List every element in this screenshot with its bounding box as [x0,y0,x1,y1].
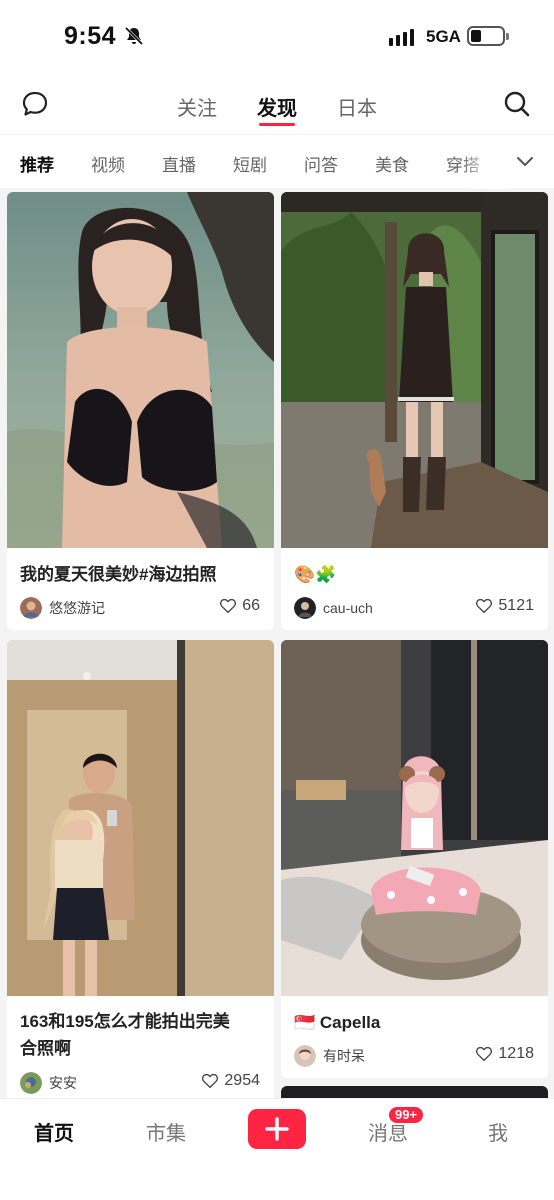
post-photo[interactable] [281,192,548,548]
author-name: 有时呆 [323,1048,365,1064]
top-header: 关注 发现 日本 [0,70,554,134]
nav-home[interactable]: 首页 [34,1117,74,1146]
heart-icon [476,598,493,614]
avatar [20,597,42,619]
post-title[interactable]: 163和195怎么才能拍出完美 合照啊 [20,1008,265,1062]
status-bar: 9:54 5GA [0,0,554,70]
like-count[interactable]: 2954 [201,1072,260,1090]
avatar [20,1072,42,1094]
category-short-drama[interactable]: 短剧 [233,151,267,176]
chevron-down-icon[interactable] [514,150,536,172]
author-name: 悠悠游记 [49,600,105,616]
post-photo[interactable] [281,640,548,996]
category-live[interactable]: 直播 [162,151,196,176]
feed-card[interactable]: 163和195怎么才能拍出完美 合照啊 安安 2954 [7,640,274,1110]
messages-badge: 99+ [387,1105,426,1125]
tab-discover[interactable]: 发现 [257,92,297,126]
author-name: cau-uch [323,600,373,616]
like-number: 5121 [498,597,534,614]
avatar [294,597,316,619]
tab-japan[interactable]: 日本 [337,92,377,126]
feed-card[interactable]: 我的夏天很美妙#海边拍照 悠悠游记 66 [7,192,274,630]
category-qa[interactable]: 问答 [304,151,338,176]
category-list: 推荐 视频 直播 短剧 问答 美食 穿搭 [20,151,500,176]
search-icon[interactable] [502,89,532,119]
nav-market[interactable]: 市集 [146,1117,186,1146]
signal-icon [389,29,414,46]
status-time: 9:54 [64,22,117,50]
author-name: 安安 [49,1075,77,1091]
network-type: 5GA [426,27,461,46]
create-post-button[interactable] [248,1109,306,1149]
like-number: 1218 [498,1045,534,1062]
battery-icon [467,26,509,46]
plus-icon [265,1117,289,1141]
mute-bell-icon [124,26,144,46]
like-count[interactable]: 1218 [475,1045,534,1063]
category-bar: 推荐 视频 直播 短剧 问答 美食 穿搭 [0,134,554,189]
category-food[interactable]: 美食 [375,151,409,176]
bottom-nav: 首页 市集 消息 99+ 我 [0,1098,554,1200]
post-title[interactable]: 🇸🇬 Capella [294,1009,534,1036]
avatar [294,1045,316,1067]
like-count[interactable]: 66 [219,597,260,615]
tab-follow[interactable]: 关注 [177,92,217,126]
post-title[interactable]: 我的夏天很美妙#海边拍照 [20,561,260,588]
header-tabs: 关注 发现 日本 [0,92,554,126]
heart-icon [220,598,237,614]
heart-icon [476,1046,493,1062]
category-recommend[interactable]: 推荐 [20,151,54,176]
post-author[interactable]: 有时呆 [294,1045,365,1067]
post-photo[interactable] [7,192,274,548]
post-author[interactable]: cau-uch [294,597,373,619]
post-photo[interactable] [7,640,274,996]
post-author[interactable]: 悠悠游记 [20,597,105,619]
feed-card[interactable]: 🎨🧩 cau-uch 5121 [281,192,548,630]
like-number: 2954 [224,1072,260,1089]
like-number: 66 [242,597,260,614]
feed-card[interactable]: 🇸🇬 Capella 有时呆 1218 [281,640,548,1078]
post-author[interactable]: 安安 [20,1072,77,1094]
post-title[interactable]: 🎨🧩 [294,561,534,588]
category-video[interactable]: 视频 [91,151,125,176]
category-fade [460,135,510,189]
nav-me[interactable]: 我 [488,1117,508,1146]
heart-icon [202,1073,219,1089]
like-count[interactable]: 5121 [475,597,534,615]
